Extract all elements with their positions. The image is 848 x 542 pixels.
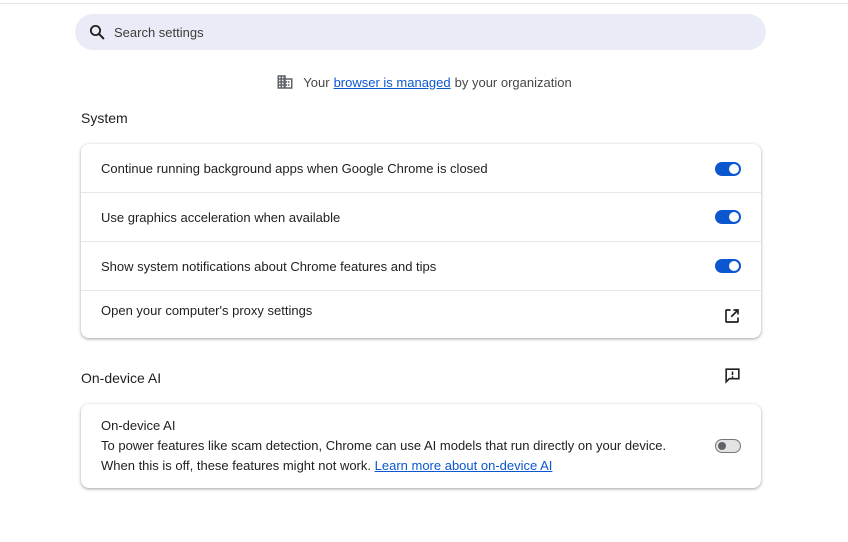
setting-row-background-apps[interactable]: Continue running background apps when Go… xyxy=(81,144,761,193)
on-device-ai-toggle[interactable] xyxy=(715,439,741,453)
system-notifications-toggle[interactable] xyxy=(715,259,741,273)
setting-row-graphics-acceleration[interactable]: Use graphics acceleration when available xyxy=(81,192,761,241)
section-title-on-device-ai: On-device AI xyxy=(81,370,162,386)
open-in-new-icon[interactable] xyxy=(723,307,741,325)
search-input[interactable] xyxy=(114,17,714,47)
top-divider xyxy=(0,0,848,4)
managed-suffix: by your organization xyxy=(454,74,572,90)
setting-row-proxy-settings[interactable]: Open your computer's proxy settings xyxy=(81,290,761,338)
on-device-ai-row-title: On-device AI xyxy=(101,418,176,433)
on-device-ai-description: To power features like scam detection, C… xyxy=(101,438,667,453)
search-icon xyxy=(88,23,106,41)
managed-notice: Your browser is managed by your organiza… xyxy=(0,73,848,91)
setting-row-system-notifications[interactable]: Show system notifications about Chrome f… xyxy=(81,241,761,290)
managed-prefix: Your xyxy=(303,74,330,90)
feedback-icon[interactable] xyxy=(723,366,742,385)
setting-label: Show system notifications about Chrome f… xyxy=(101,258,437,274)
setting-label: Continue running background apps when Go… xyxy=(101,161,488,176)
search-bar[interactable] xyxy=(75,14,766,50)
browser-managed-link[interactable]: browser is managed xyxy=(334,75,451,90)
setting-label: Open your computer's proxy settings xyxy=(101,303,313,318)
building-icon xyxy=(276,73,303,91)
on-device-ai-card: On-device AI To power features like scam… xyxy=(81,404,761,488)
on-device-ai-content: On-device AI To power features like scam… xyxy=(101,416,666,476)
graphics-acceleration-toggle[interactable] xyxy=(715,210,741,224)
learn-more-link[interactable]: Learn more about on-device AI xyxy=(375,458,553,473)
background-apps-toggle[interactable] xyxy=(715,161,741,176)
section-title-system: System xyxy=(81,110,128,126)
on-device-ai-description-text: When this is off, these features might n… xyxy=(101,458,371,473)
on-device-ai-description-2: When this is off, these features might n… xyxy=(101,456,666,476)
setting-label: Use graphics acceleration when available xyxy=(101,209,341,225)
system-card: Continue running background apps when Go… xyxy=(81,144,761,338)
